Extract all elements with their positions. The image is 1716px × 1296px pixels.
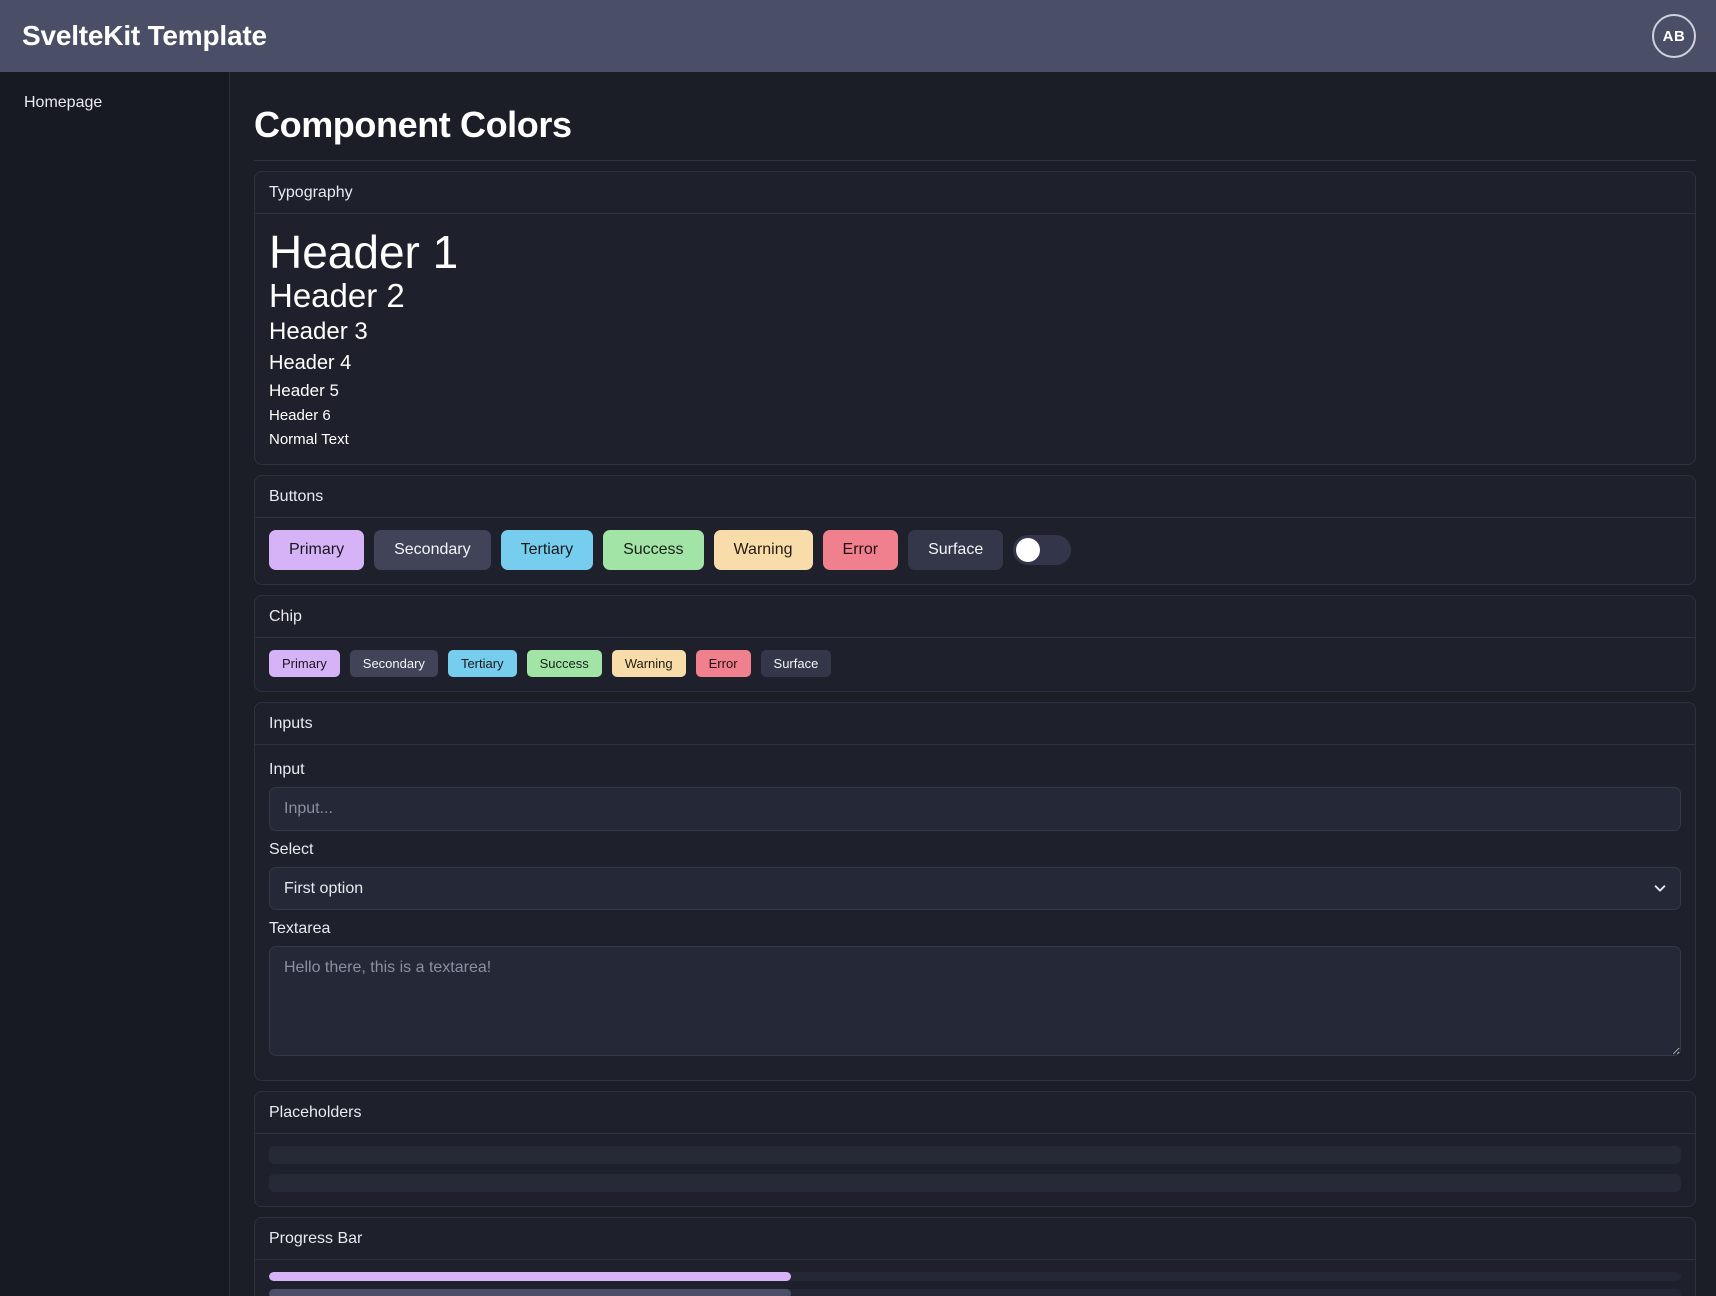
progress-fill-secondary bbox=[269, 1289, 791, 1296]
avatar-initials: AB bbox=[1663, 28, 1686, 45]
app-bar: SvelteKit Template AB bbox=[0, 0, 1716, 72]
app-title: SvelteKit Template bbox=[22, 20, 267, 52]
typography-normal-text: Normal Text bbox=[269, 430, 1681, 450]
progress-bar-card-title: Progress Bar bbox=[255, 1218, 1695, 1260]
main-content: Component Colors Typography Header 1 Hea… bbox=[230, 72, 1716, 1296]
progress-track-secondary bbox=[269, 1289, 1681, 1296]
typography-header-1: Header 1 bbox=[269, 228, 1681, 276]
chip-row: Primary Secondary Tertiary Success Warni… bbox=[269, 650, 1681, 677]
typography-header-2: Header 2 bbox=[269, 278, 1681, 315]
chip-card-body: Primary Secondary Tertiary Success Warni… bbox=[255, 638, 1695, 691]
textarea-input[interactable] bbox=[269, 946, 1681, 1056]
select-input[interactable]: First option bbox=[269, 867, 1681, 910]
button-success[interactable]: Success bbox=[603, 530, 703, 570]
sidebar-item-label: Homepage bbox=[24, 94, 102, 111]
textarea-field-group: Textarea bbox=[269, 920, 1681, 1056]
buttons-card-title: Buttons bbox=[255, 476, 1695, 518]
progress-bar-card-body bbox=[255, 1260, 1695, 1296]
placeholders-card: Placeholders bbox=[254, 1091, 1696, 1207]
input-field-group: Input bbox=[269, 761, 1681, 831]
chip-card: Chip Primary Secondary Tertiary Success … bbox=[254, 595, 1696, 692]
buttons-card: Buttons Primary Secondary Tertiary Succe… bbox=[254, 475, 1696, 585]
typography-header-6: Header 6 bbox=[269, 406, 1681, 426]
buttons-row: Primary Secondary Tertiary Success Warni… bbox=[269, 530, 1681, 570]
button-primary[interactable]: Primary bbox=[269, 530, 364, 570]
textarea-label: Textarea bbox=[269, 920, 1681, 938]
page-title: Component Colors bbox=[254, 104, 1702, 146]
app-shell: Homepage Component Colors Typography Hea… bbox=[0, 72, 1716, 1296]
buttons-card-body: Primary Secondary Tertiary Success Warni… bbox=[255, 518, 1695, 584]
chip-primary[interactable]: Primary bbox=[269, 650, 340, 677]
toggle-switch[interactable] bbox=[1013, 535, 1071, 565]
select-field-group: Select First option bbox=[269, 841, 1681, 910]
avatar[interactable]: AB bbox=[1652, 14, 1696, 58]
inputs-card-body: Input Select First option bbox=[255, 745, 1695, 1080]
input-label: Input bbox=[269, 761, 1681, 779]
chip-warning[interactable]: Warning bbox=[612, 650, 686, 677]
placeholders-card-title: Placeholders bbox=[255, 1092, 1695, 1134]
chip-success[interactable]: Success bbox=[527, 650, 602, 677]
typography-header-5: Header 5 bbox=[269, 380, 1681, 402]
chip-tertiary[interactable]: Tertiary bbox=[448, 650, 517, 677]
inputs-card-title: Inputs bbox=[255, 703, 1695, 745]
chip-surface[interactable]: Surface bbox=[761, 650, 832, 677]
chip-secondary[interactable]: Secondary bbox=[350, 650, 438, 677]
text-input[interactable] bbox=[269, 787, 1681, 831]
button-error[interactable]: Error bbox=[823, 530, 899, 570]
placeholder-bar-2 bbox=[269, 1174, 1681, 1192]
toggle-knob bbox=[1016, 538, 1040, 562]
inputs-card: Inputs Input Select First option bbox=[254, 702, 1696, 1081]
button-secondary[interactable]: Secondary bbox=[374, 530, 491, 570]
typography-header-3: Header 3 bbox=[269, 318, 1681, 347]
chip-error[interactable]: Error bbox=[696, 650, 751, 677]
progress-fill-primary bbox=[269, 1272, 791, 1281]
button-tertiary[interactable]: Tertiary bbox=[501, 530, 593, 570]
button-surface[interactable]: Surface bbox=[908, 530, 1003, 570]
placeholder-bar-1 bbox=[269, 1146, 1681, 1164]
typography-samples: Header 1 Header 2 Header 3 Header 4 Head… bbox=[255, 214, 1695, 464]
button-warning[interactable]: Warning bbox=[714, 530, 813, 570]
sidebar-item-homepage[interactable]: Homepage bbox=[0, 82, 229, 124]
select-label: Select bbox=[269, 841, 1681, 859]
select-wrapper: First option bbox=[269, 867, 1681, 910]
title-divider bbox=[254, 160, 1696, 161]
sidebar: Homepage bbox=[0, 72, 230, 1296]
progress-bar-card: Progress Bar bbox=[254, 1217, 1696, 1296]
typography-card: Typography Header 1 Header 2 Header 3 He… bbox=[254, 171, 1696, 465]
chip-card-title: Chip bbox=[255, 596, 1695, 638]
typography-card-title: Typography bbox=[255, 172, 1695, 214]
placeholders-card-body bbox=[255, 1134, 1695, 1206]
typography-header-4: Header 4 bbox=[269, 351, 1681, 376]
progress-track-primary bbox=[269, 1272, 1681, 1281]
